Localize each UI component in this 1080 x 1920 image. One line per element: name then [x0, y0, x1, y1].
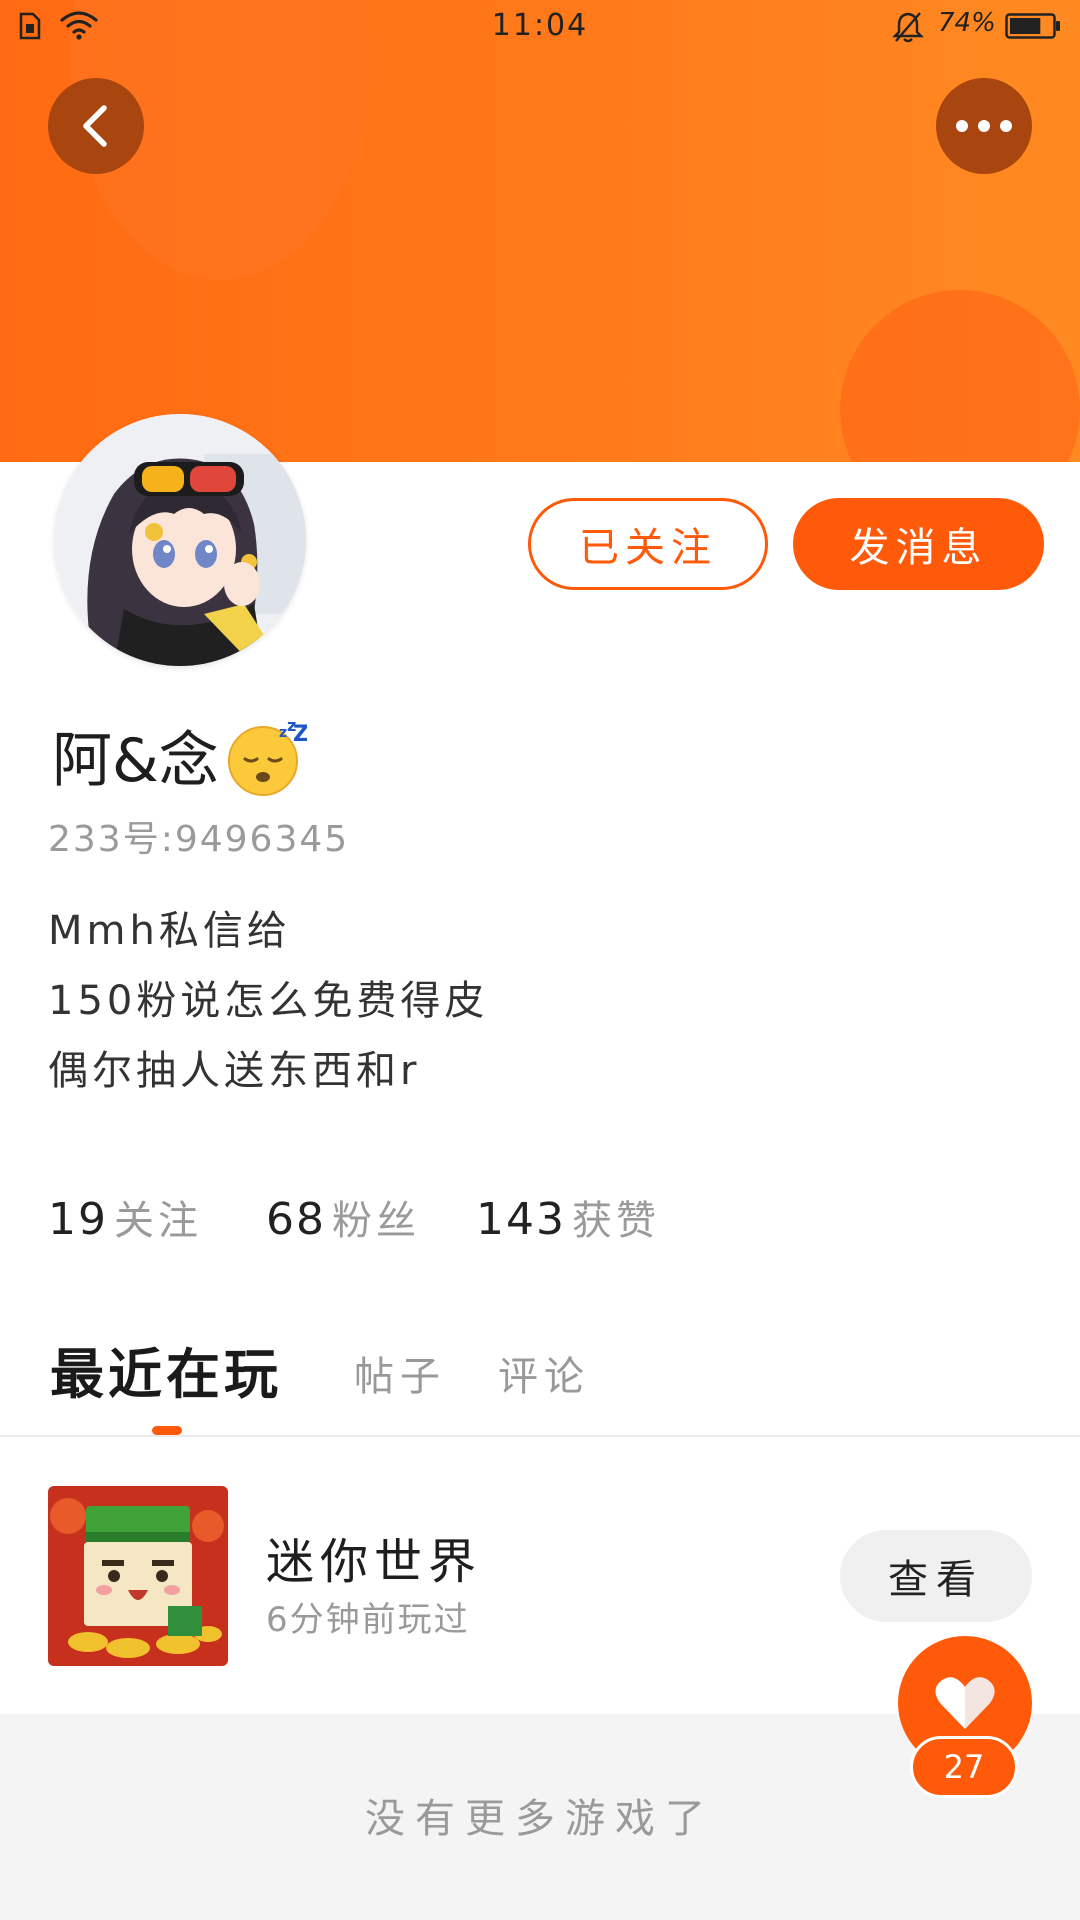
more-dots-icon [956, 120, 1012, 132]
bio-line: 偶尔抽人送东西和r [48, 1048, 421, 1094]
no-more-games-text: 没有更多游戏了 [365, 1796, 715, 1842]
like-count-badge: 27 [910, 1736, 1018, 1798]
user-id: 233号:9496345 [48, 819, 350, 860]
tab-recently-played[interactable]: 最近在玩 [50, 1330, 282, 1409]
battery-icon [1005, 13, 1060, 39]
likes-label: 获赞 [571, 1198, 660, 1244]
following-count: 19 [48, 1194, 108, 1245]
bio-line: 150粉说怎么免费得皮 [48, 978, 489, 1024]
bio-line: Mmh私信给 [48, 908, 291, 954]
profile-banner [0, 0, 1080, 462]
back-arrow-icon [83, 105, 107, 147]
tab-posts[interactable]: 帖子 [354, 1344, 446, 1402]
likes-count: 143 [476, 1194, 566, 1245]
send-message-button[interactable]: 发消息 [793, 498, 1044, 590]
tab-indicator [152, 1426, 182, 1435]
fans-count: 68 [266, 1194, 326, 1245]
more-button[interactable] [936, 78, 1032, 174]
username-row: 阿&念 z z Z [52, 712, 307, 799]
svg-text:z: z [279, 725, 287, 741]
bell-mute-icon [892, 12, 924, 43]
likes-stat: 143 获赞 [476, 1188, 660, 1246]
game-played-time: 6分钟前玩过 [266, 1600, 470, 1640]
fans-stat[interactable]: 68 粉丝 [266, 1188, 420, 1246]
game-title: 迷你世界 [266, 1534, 483, 1590]
avatar[interactable] [54, 414, 306, 666]
battery-percent: 74% [938, 8, 996, 38]
heart-icon [935, 1677, 995, 1729]
following-stat[interactable]: 19 关注 [48, 1188, 202, 1246]
fans-label: 粉丝 [332, 1198, 420, 1244]
followed-button[interactable]: 已关注 [528, 498, 768, 590]
tab-comments[interactable]: 评论 [498, 1344, 590, 1402]
status-bar: 11:04 74% [0, 0, 1080, 52]
game-icon[interactable] [48, 1486, 228, 1666]
username: 阿&念 [52, 726, 219, 796]
svg-text:Z: Z [293, 722, 307, 747]
back-button[interactable] [48, 78, 144, 174]
following-label: 关注 [114, 1198, 202, 1244]
banner-decoration [840, 290, 1080, 462]
sleeping-face-emoji: z z Z [227, 716, 307, 796]
view-game-button[interactable]: 查看 [840, 1530, 1032, 1622]
